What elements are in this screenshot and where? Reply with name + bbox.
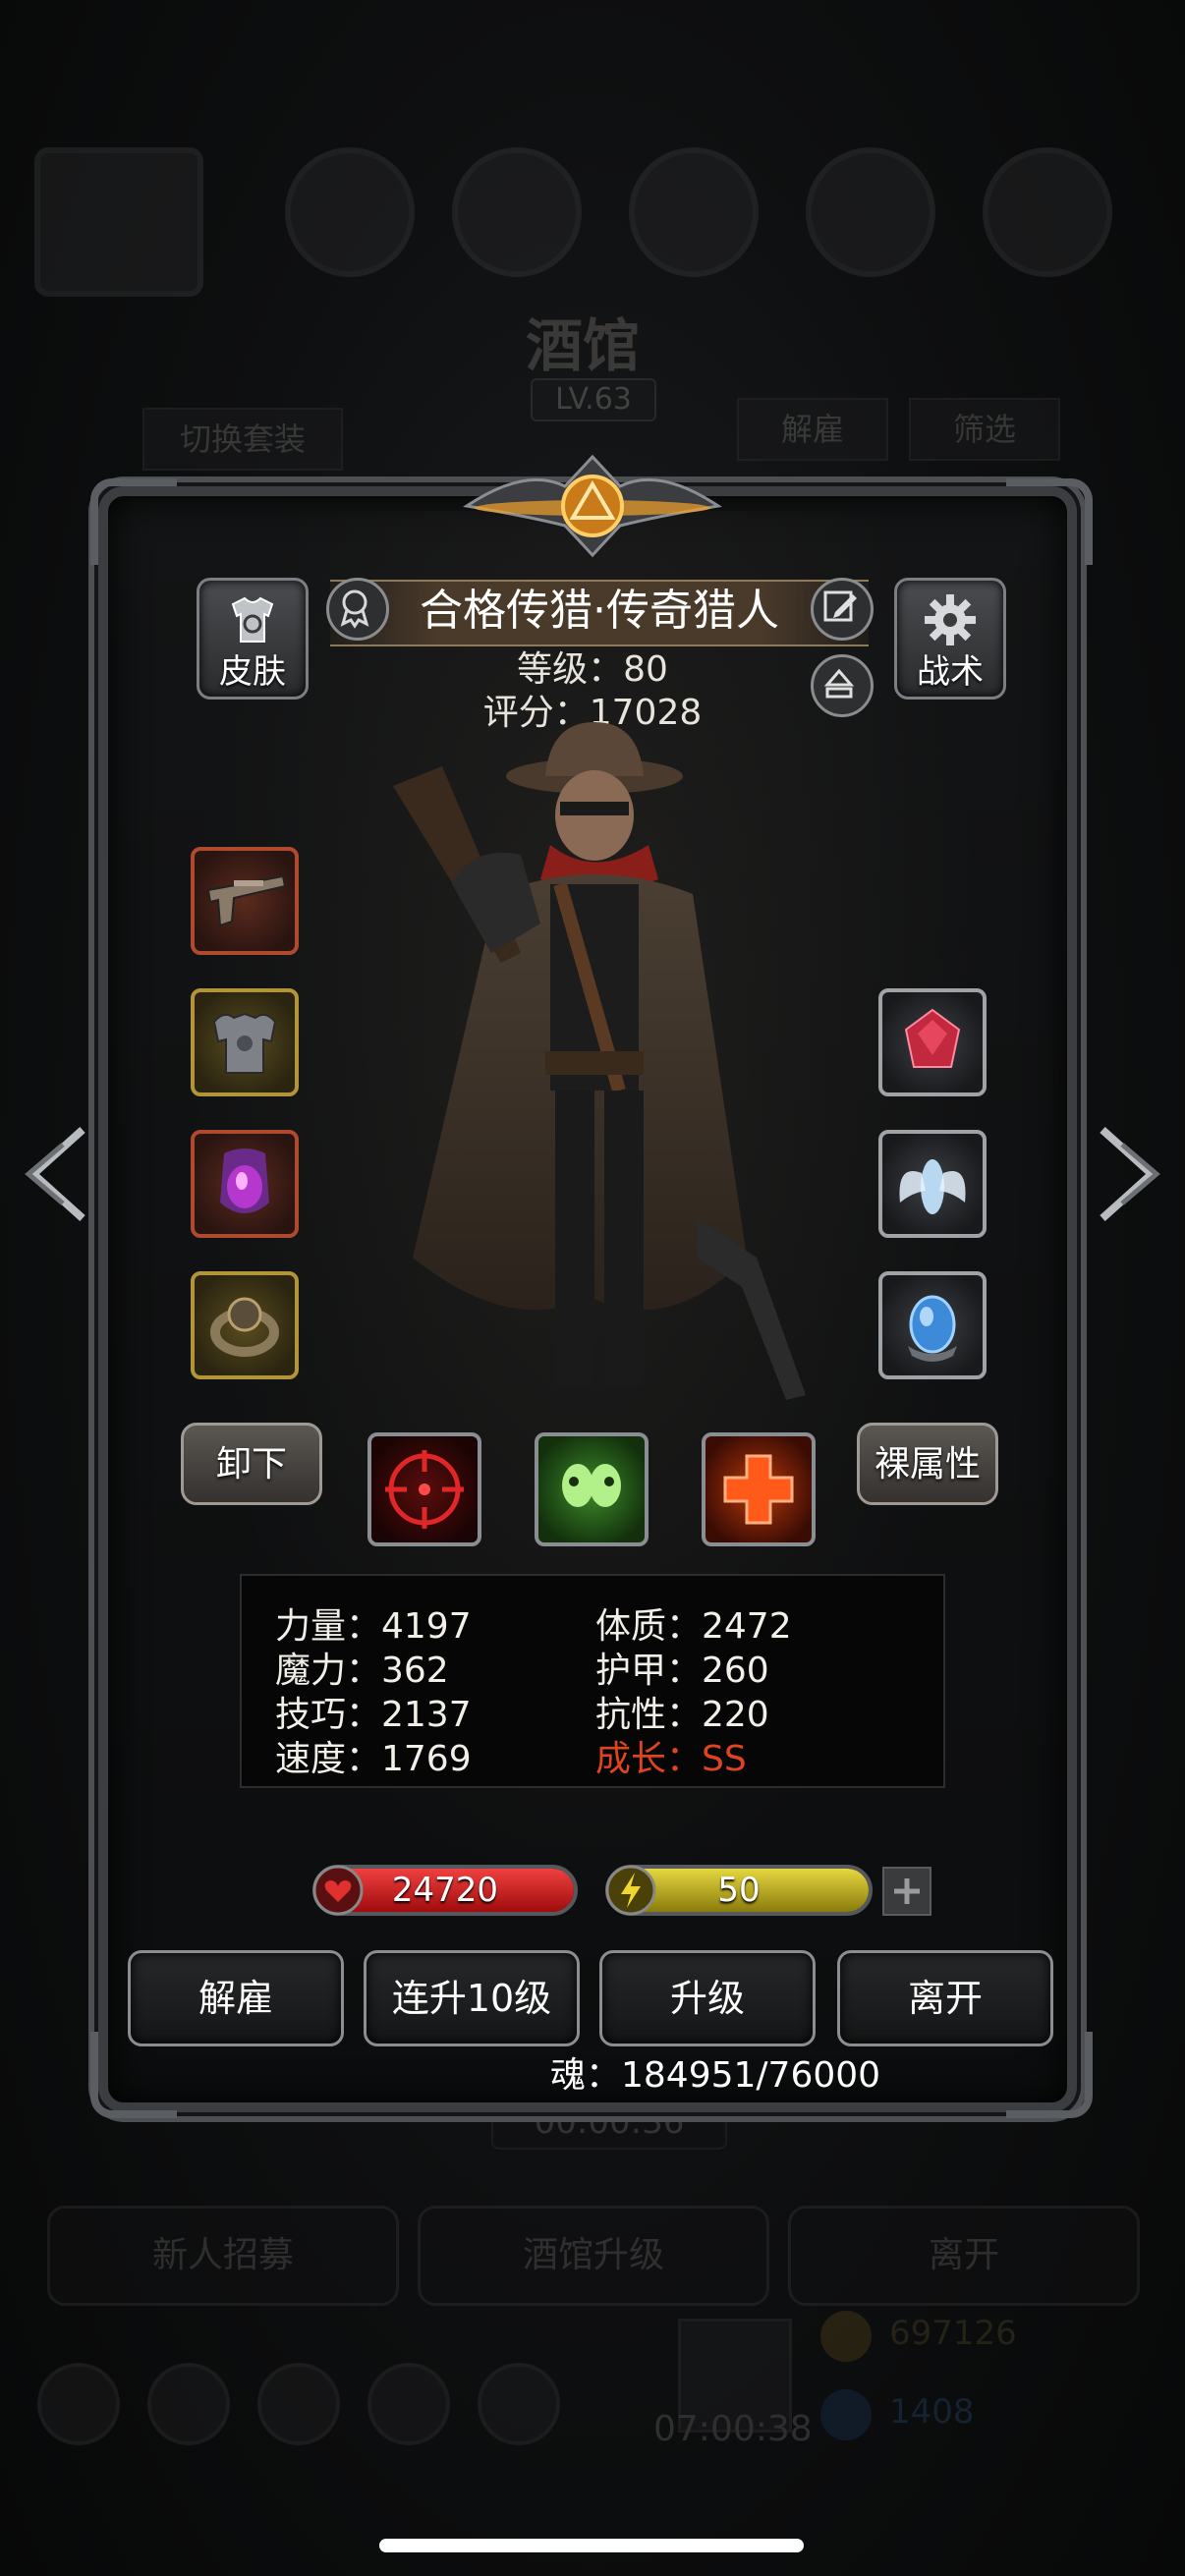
hero-name: 合格传猎·传奇猎人 xyxy=(420,586,779,636)
bg-hero-icon xyxy=(806,147,935,277)
bg-hero-icon xyxy=(629,147,759,277)
equip-slot-relic[interactable] xyxy=(878,1271,987,1379)
rename-edit-icon[interactable] xyxy=(811,578,874,641)
bg-hero-portrait xyxy=(34,147,203,297)
bg-dismiss-button: 解雇 xyxy=(737,398,888,461)
bg-menu-icon xyxy=(478,2363,560,2445)
switch-outfit-button: 切换套装 xyxy=(142,408,343,471)
bg-menu-icon xyxy=(257,2363,340,2445)
add-energy-button[interactable] xyxy=(882,1867,931,1916)
bg-filter-button: 筛选 xyxy=(909,398,1060,461)
frame-corner xyxy=(90,478,177,565)
gem-icon xyxy=(820,2389,872,2440)
level-up-10-button[interactable]: 连升10级 xyxy=(364,1950,580,2046)
skill-slot-1[interactable] xyxy=(367,1432,481,1546)
unequip-button[interactable]: 卸下 xyxy=(181,1423,322,1505)
crest-emblem xyxy=(463,454,722,558)
frame-corner xyxy=(1006,478,1093,565)
skill-slot-3[interactable] xyxy=(702,1432,816,1546)
plus-icon xyxy=(894,1878,920,1904)
bg-menu-icon xyxy=(367,2363,450,2445)
tactics-label: 战术 xyxy=(917,652,984,692)
dismiss-button[interactable]: 解雇 xyxy=(128,1950,344,2046)
soul-counter: 魂：184951/76000 xyxy=(550,2055,881,2096)
bg-leave-button: 离开 xyxy=(788,2206,1140,2306)
pistol-icon xyxy=(206,874,287,927)
gold-ring-icon xyxy=(210,1297,279,1357)
equip-slot-ring[interactable] xyxy=(191,1271,299,1379)
twin-skull-icon xyxy=(562,1464,621,1507)
home-indicator[interactable] xyxy=(379,2539,804,2552)
tactics-button[interactable]: 战术 xyxy=(894,578,1006,700)
equip-slot-gem[interactable] xyxy=(878,988,987,1096)
crosshair-icon xyxy=(385,1450,464,1529)
tavern-upgrade-button: 酒馆升级 xyxy=(418,2206,769,2306)
equip-slot-armor[interactable] xyxy=(191,988,299,1096)
hero-figure xyxy=(393,722,806,1400)
bg-hero-icon xyxy=(983,147,1112,277)
gold-amount: 697126 xyxy=(889,2314,1017,2353)
level-up-button[interactable]: 升级 xyxy=(599,1950,816,2046)
crystal-egg-icon xyxy=(908,1295,957,1362)
base-attributes-button[interactable]: 裸属性 xyxy=(857,1423,998,1505)
bg-hero-icon xyxy=(285,147,415,277)
bg-menu-icon xyxy=(147,2363,230,2445)
stat-speed: 速度：1769 xyxy=(275,1739,472,1779)
recruit-button: 新人招募 xyxy=(47,2206,399,2306)
bg-menu-icon xyxy=(37,2363,120,2445)
prev-hero-arrow-icon[interactable] xyxy=(14,1120,92,1228)
tavern-level: LV.63 xyxy=(531,378,656,421)
skin-label: 皮肤 xyxy=(219,652,286,692)
leave-button[interactable]: 离开 xyxy=(837,1950,1053,2046)
skin-icon xyxy=(231,596,274,643)
gear-icon xyxy=(925,594,976,645)
red-cross-icon xyxy=(723,1454,794,1525)
gold-icon xyxy=(820,2311,872,2362)
bg-bottom-timer: 07:00:38 xyxy=(653,2409,813,2449)
equip-slot-charm[interactable] xyxy=(878,1130,987,1238)
heart-icon xyxy=(312,1865,364,1916)
tavern-title: 酒馆 xyxy=(526,312,641,379)
lightning-icon xyxy=(605,1865,656,1916)
next-hero-arrow-icon[interactable] xyxy=(1093,1120,1171,1228)
ruby-gem-icon xyxy=(904,1008,961,1068)
skill-slot-2[interactable] xyxy=(535,1432,649,1546)
purple-relic-icon xyxy=(220,1148,269,1213)
equip-slot-weapon[interactable] xyxy=(191,847,299,955)
equip-slot-accessory[interactable] xyxy=(191,1130,299,1238)
stat-growth: 成长：SS xyxy=(595,1739,747,1779)
ice-cicada-icon xyxy=(899,1159,966,1214)
gem-amount: 1408 xyxy=(889,2392,975,2432)
skin-button[interactable]: 皮肤 xyxy=(197,578,309,700)
rank-badge-icon[interactable] xyxy=(326,578,389,641)
bg-hero-icon xyxy=(452,147,582,277)
chest-armor-icon xyxy=(212,1012,277,1074)
